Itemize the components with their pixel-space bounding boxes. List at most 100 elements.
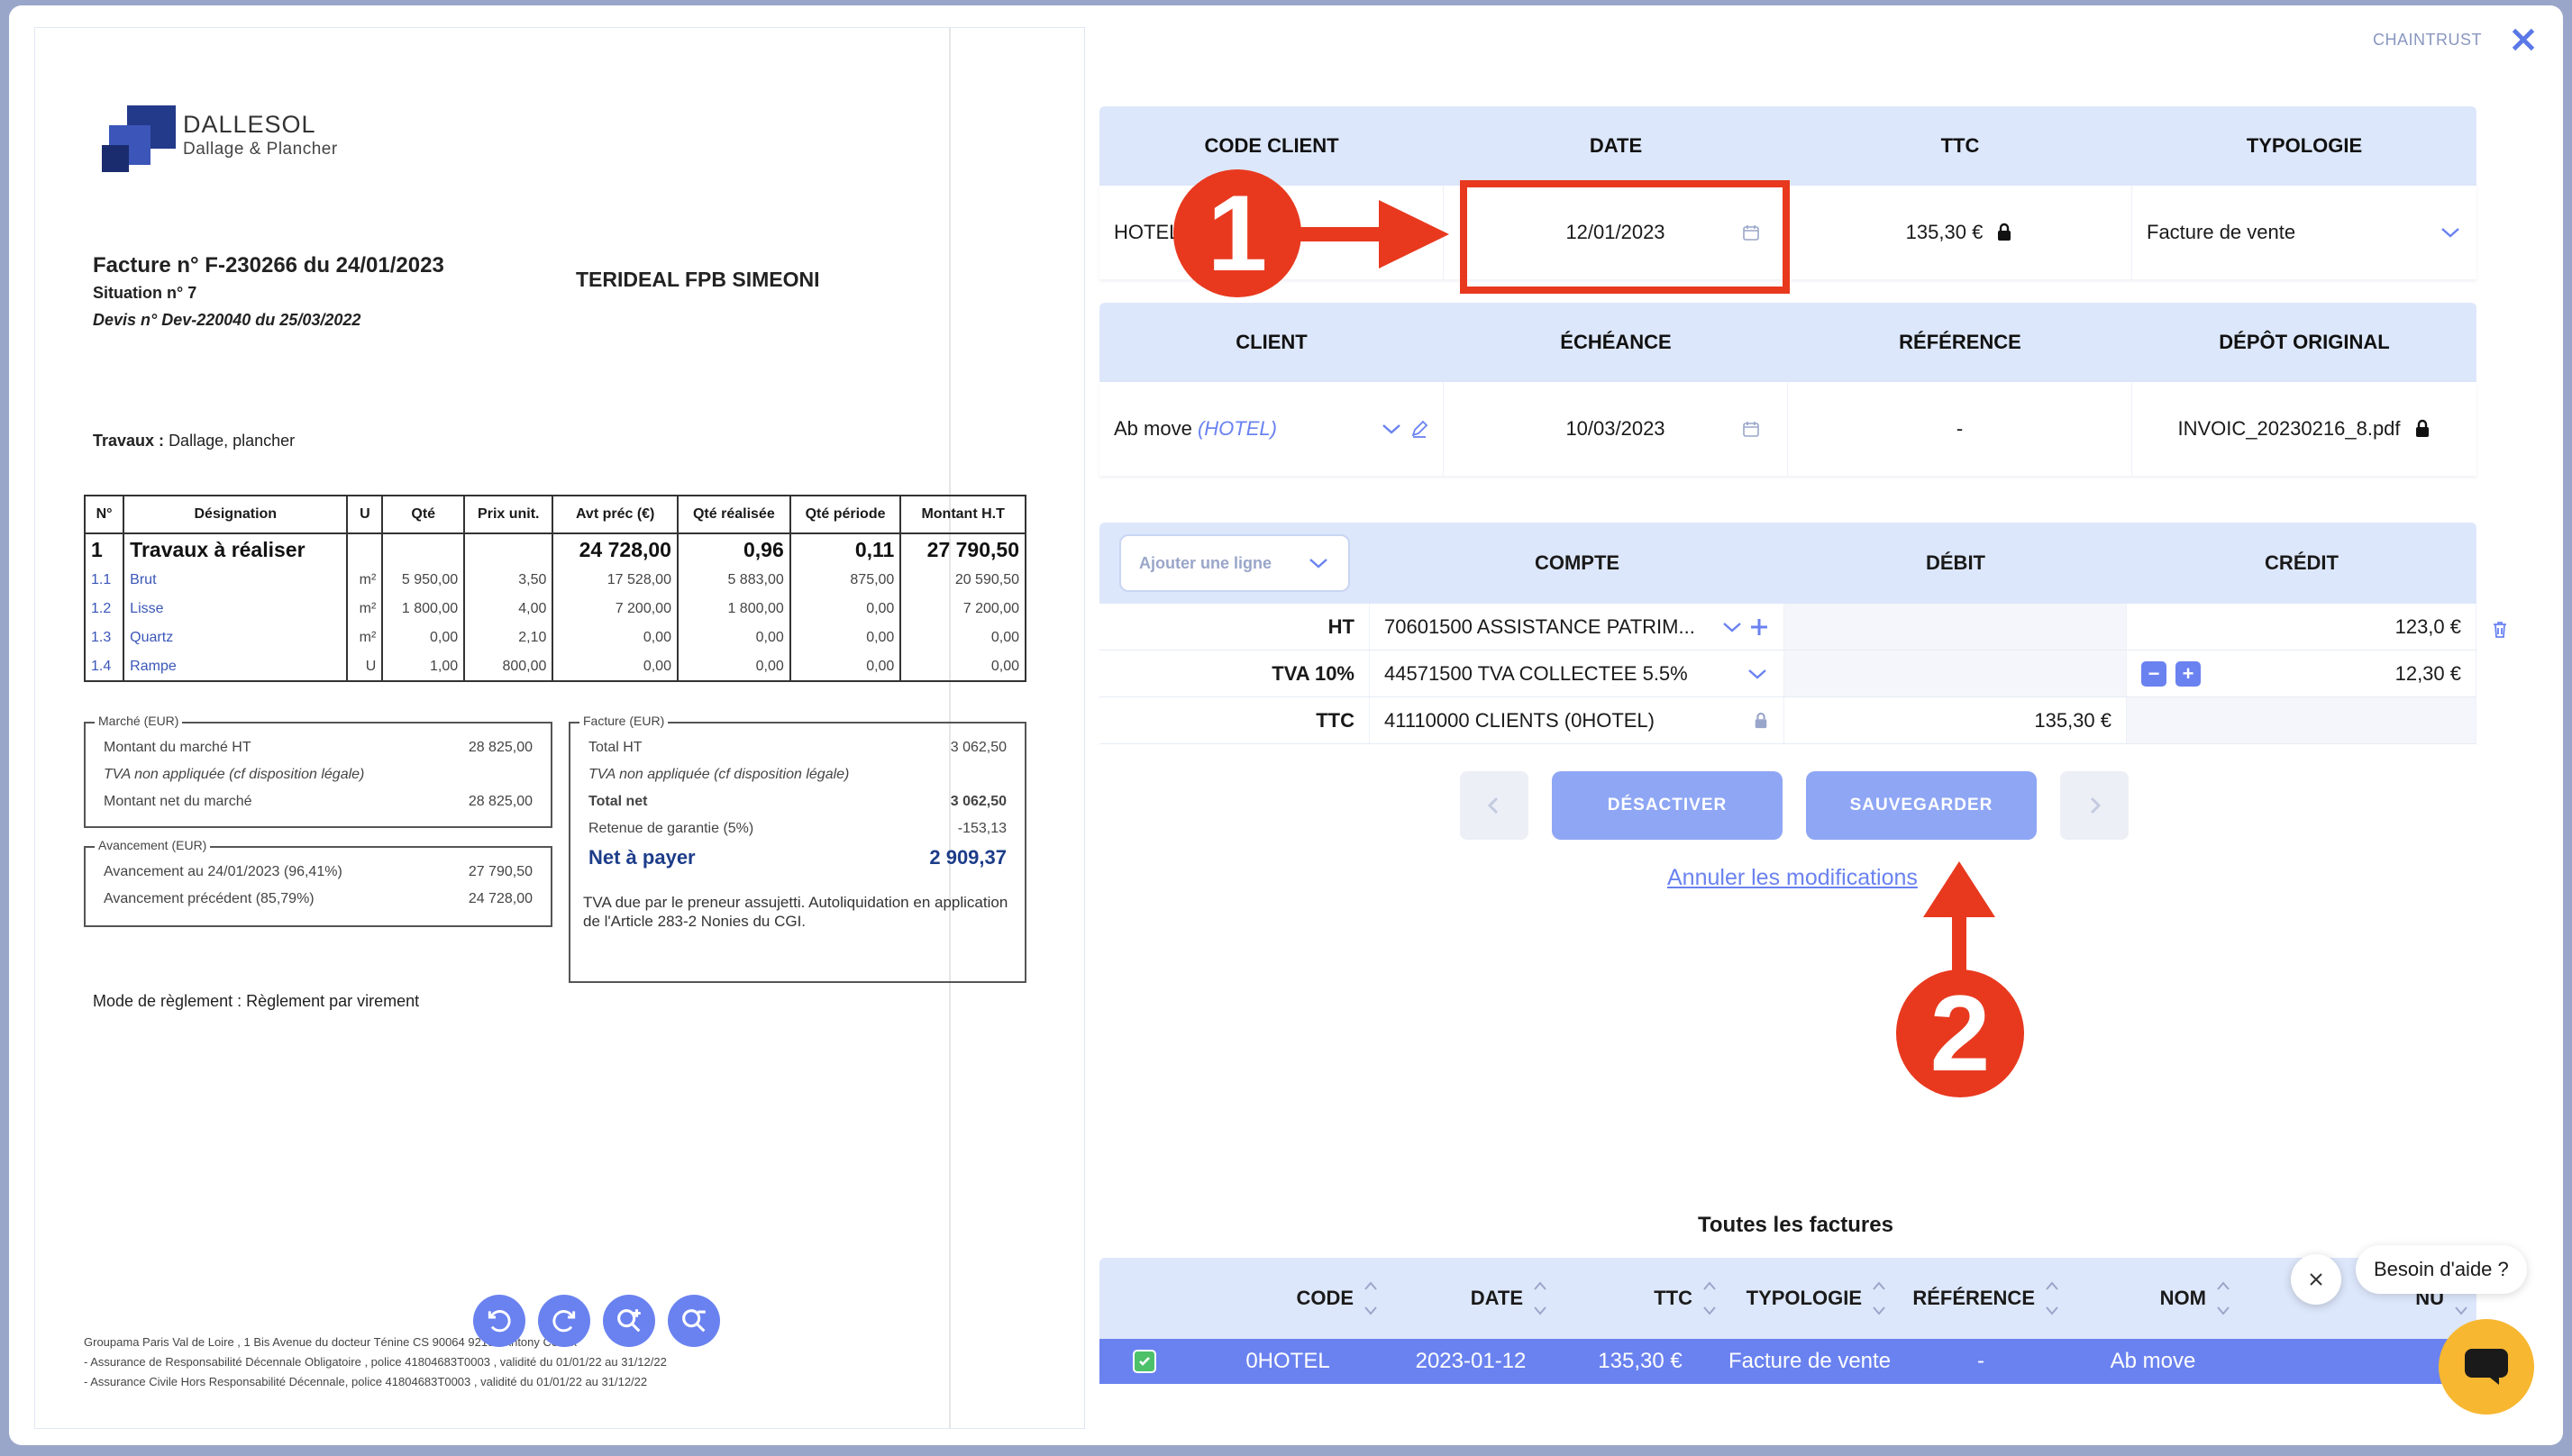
- compte-field[interactable]: 41110000 CLIENTS (0HOTEL): [1370, 697, 1784, 743]
- compte-select[interactable]: 70601500 ASSISTANCE PATRIM...: [1370, 604, 1784, 650]
- ledger-row: TVA 10% 44571500 TVA COLLECTEE 5.5% − + …: [1099, 651, 2476, 697]
- annotation-step-1: 1: [1173, 169, 1301, 297]
- sort-icon[interactable]: [1701, 1277, 1718, 1320]
- annotation-step-2: 2: [1896, 969, 2024, 1097]
- chevron-down-icon[interactable]: [1720, 620, 1744, 634]
- credit-cell[interactable]: 123,0 €: [2127, 604, 2476, 650]
- credit-cell[interactable]: − + 12,30 €: [2127, 651, 2476, 696]
- doc-table-header: Prix unit.: [463, 495, 554, 534]
- summary-row: TVA non appliquée (cf disposition légale…: [104, 767, 365, 782]
- plus-icon[interactable]: [1749, 617, 1769, 637]
- code-client-header: CODE CLIENT: [1204, 134, 1339, 157]
- travaux-line: Travaux : Dallage, plancher: [93, 432, 296, 450]
- chevron-left-icon: [1487, 796, 1499, 814]
- column-header[interactable]: CODE: [1190, 1258, 1386, 1339]
- debit-header: DÉBIT: [1926, 551, 1985, 574]
- help-bubble[interactable]: Besoin d'aide ?: [2356, 1245, 2527, 1294]
- reglement: Mode de règlement : Règlement par vireme…: [93, 992, 420, 1010]
- sort-icon[interactable]: [2215, 1277, 2231, 1320]
- ttc-header: TTC: [1940, 134, 1980, 157]
- rotate-left-icon: [488, 1310, 511, 1333]
- typologie-select[interactable]: Facture de vente: [2132, 186, 2476, 279]
- sort-icon[interactable]: [2044, 1277, 2060, 1320]
- chevron-down-icon[interactable]: [1746, 667, 1769, 681]
- logo-sub: Dallage & Plancher: [183, 140, 338, 159]
- previous-button[interactable]: [1460, 771, 1528, 840]
- invoice-document-preview: DALLESOL Dallage & Plancher Facture n° F…: [34, 27, 1085, 1429]
- zoom-out-icon: [682, 1309, 706, 1333]
- brand-label: CHAINTRUST: [2373, 31, 2482, 49]
- depot-original-field[interactable]: INVOIC_20230216_8.pdf: [2132, 382, 2476, 476]
- column-header[interactable]: RÉFÉRENCE: [1894, 1258, 2067, 1339]
- ledger-row: TTC 41110000 CLIENTS (0HOTEL) 135,30 €: [1099, 697, 2476, 744]
- zoom-in-icon: [617, 1309, 641, 1333]
- date-header: DATE: [1589, 134, 1643, 157]
- sort-icon[interactable]: [1532, 1277, 1548, 1320]
- net-a-payer: Net à payer 2 909,37: [588, 846, 1007, 869]
- column-header[interactable]: TYPOLOGIE: [1725, 1258, 1894, 1339]
- debit-cell[interactable]: [1784, 651, 2127, 696]
- chevron-down-icon[interactable]: [1380, 422, 1403, 436]
- close-button[interactable]: [2507, 23, 2540, 56]
- doc-table-header: U: [346, 495, 384, 534]
- lock-icon: [2415, 419, 2429, 437]
- doc-table-header: Avt préc (€): [552, 495, 679, 534]
- debit-cell[interactable]: 135,30 €: [1784, 697, 2127, 743]
- summary-row: Avancement au 24/01/2023 (96,41%) 27 790,…: [104, 864, 533, 879]
- sauvegarder-button[interactable]: SAUVEGARDER: [1806, 771, 2037, 840]
- trash-icon[interactable]: [2491, 620, 2509, 640]
- annotation-arrow-right: [1298, 200, 1449, 268]
- action-bar: DÉSACTIVER SAUVEGARDER: [1460, 771, 2129, 840]
- logo-name: DALLESOL: [183, 111, 316, 138]
- close-icon: [2512, 28, 2535, 51]
- rotate-right-icon: [552, 1310, 576, 1333]
- sort-icon[interactable]: [1363, 1277, 1379, 1320]
- annotation-arrow-up: [1923, 861, 1995, 975]
- doc-table-header: N°: [83, 495, 125, 534]
- echeance-field[interactable]: 10/03/2023: [1444, 382, 1788, 476]
- zoom-out-button[interactable]: [668, 1295, 720, 1347]
- ledger-table: Ajouter une ligne COMPTE DÉBIT CRÉDIT HT…: [1099, 523, 2506, 744]
- rotate-left-button[interactable]: [473, 1295, 525, 1347]
- all-invoices-title: Toutes les factures: [1698, 1213, 1893, 1237]
- credit-cell[interactable]: [2127, 697, 2476, 743]
- chat-button[interactable]: [2439, 1319, 2534, 1415]
- summary-row: TVA non appliquée (cf disposition légale…: [588, 767, 850, 782]
- table-row[interactable]: 0HOTEL 2023-01-12 135,30 € Facture de ve…: [1099, 1339, 2476, 1384]
- add-line-select[interactable]: Ajouter une ligne: [1119, 534, 1350, 592]
- edit-icon[interactable]: [1410, 420, 1428, 438]
- column-header[interactable]: DATE: [1386, 1258, 1555, 1339]
- next-button[interactable]: [2060, 771, 2129, 840]
- calendar-icon[interactable]: [1742, 420, 1760, 438]
- credit-header: CRÉDIT: [2265, 551, 2339, 574]
- rotate-right-button[interactable]: [538, 1295, 590, 1347]
- summary-row: Total net 3 062,50: [588, 794, 1007, 809]
- annotation-highlight-date: [1460, 180, 1790, 294]
- compte-select[interactable]: 44571500 TVA COLLECTEE 5.5%: [1370, 651, 1784, 696]
- doc-table-header: Qté période: [789, 495, 902, 534]
- desactiver-button[interactable]: DÉSACTIVER: [1552, 771, 1783, 840]
- compte-header: COMPTE: [1534, 551, 1620, 574]
- cancel-changes-link[interactable]: Annuler les modifications: [1667, 865, 1918, 891]
- debit-cell[interactable]: [1784, 604, 2127, 650]
- echeance-header: ÉCHÉANCE: [1560, 331, 1672, 353]
- check-icon[interactable]: [1133, 1350, 1156, 1373]
- sort-icon[interactable]: [1871, 1277, 1887, 1320]
- plus-button[interactable]: +: [2175, 660, 2201, 687]
- chevron-down-icon: [2441, 228, 2459, 238]
- column-header[interactable]: TTC: [1555, 1258, 1725, 1339]
- zoom-in-button[interactable]: [603, 1295, 655, 1347]
- column-header[interactable]: NOM: [2067, 1258, 2239, 1339]
- all-invoices-table: CODE DATE TTC TYPOLOGIE RÉFÉRENCE NOM NU 0HOTE…: [1099, 1258, 2476, 1384]
- document-controls: [473, 1295, 720, 1347]
- chevron-right-icon: [2090, 796, 2102, 814]
- summary-row: Montant net du marché 28 825,00: [104, 794, 533, 809]
- doc-table-header: Qté réalisée: [676, 495, 791, 534]
- footer-line: - Assurance Civile Hors Responsabilité D…: [84, 1375, 648, 1388]
- summary-row: Retenue de garantie (5%) -153,13: [588, 821, 1007, 836]
- client-select[interactable]: Ab move (HOTEL): [1099, 382, 1444, 476]
- minus-button[interactable]: −: [2141, 660, 2166, 687]
- lock-icon: [1755, 712, 1767, 728]
- reference-field[interactable]: -: [1788, 382, 2132, 476]
- dismiss-help-button[interactable]: [2291, 1254, 2341, 1305]
